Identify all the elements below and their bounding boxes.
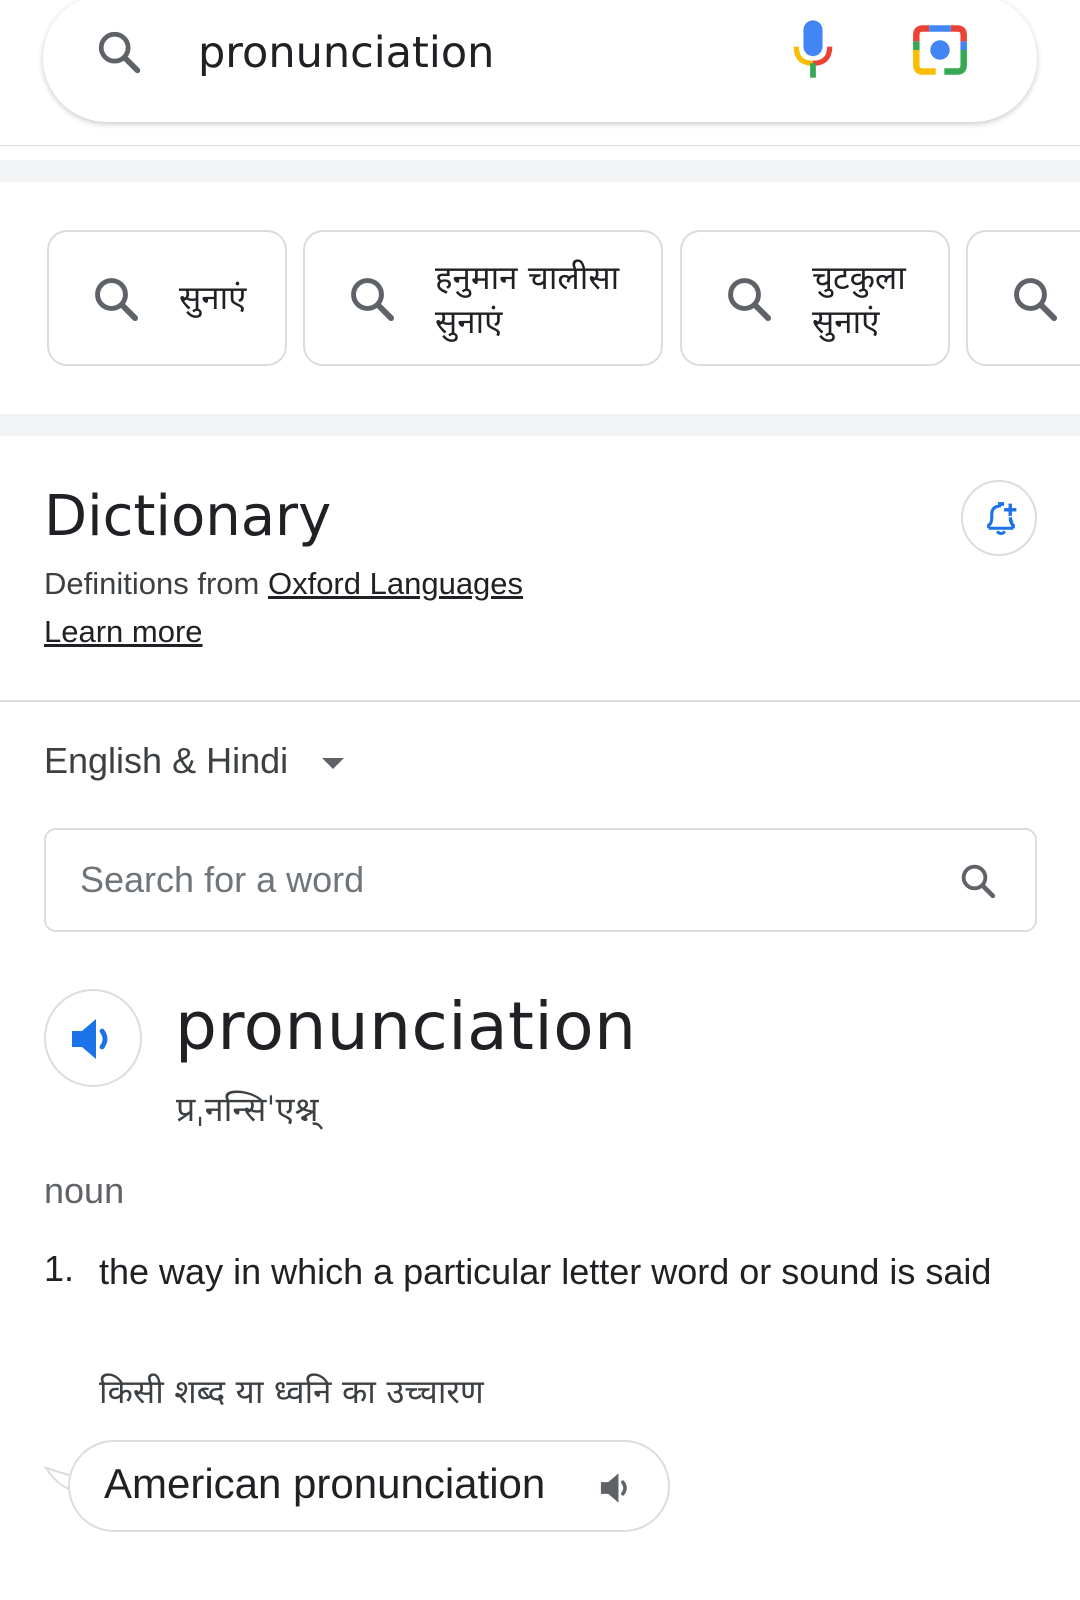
mic-icon[interactable] [788,18,838,80]
chip-label: चुटकुला सुनाएं [812,256,906,344]
suggestion-chip[interactable]: चुटकुला सुनाएं [680,230,950,366]
source-prefix: Definitions from [44,566,268,601]
definition-hindi: किसी शब्द या ध्वनि का उच्चारण [99,1372,484,1411]
search-box[interactable]: pronunciation [43,0,1037,122]
top-search-bar: pronunciation [0,0,1080,146]
notify-button[interactable] [961,480,1037,556]
word-search-input[interactable] [80,852,900,908]
chip-label: सुनाएं [179,278,247,317]
word-search-box [44,828,1037,932]
dropdown-caret-icon[interactable] [322,758,344,769]
search-icon[interactable] [957,860,999,902]
chip-label: हनुमान चालीसा सुनाएं [435,256,619,344]
definition-number: 1. [44,1248,75,1289]
speaker-icon [600,1473,627,1503]
dictionary-title: Dictionary [44,484,332,549]
search-icon [351,278,395,322]
chip-label-line: सुनाएं [812,302,880,341]
definition-text: the way in which a particular letter wor… [99,1251,992,1292]
suggestion-chip[interactable]: हनुमान चालीसा सुनाएं [303,230,663,366]
part-of-speech: noun [44,1170,125,1211]
search-icon [95,278,139,322]
chip-label-line: चुटकुला [812,258,906,297]
bell-add-icon [987,502,1017,536]
section-separator [0,160,1080,182]
search-icon [728,278,772,322]
phonetic: प्रˌनन्सिˈएश्न् [176,1090,319,1130]
american-pronunciation-label: American pronunciation [104,1460,546,1507]
suggestion-chip[interactable]: सुनाएं [47,230,287,366]
search-icon [1014,278,1058,322]
language-selector[interactable]: English & Hindi [44,740,288,782]
section-separator [0,414,1080,436]
lens-camera-icon[interactable] [909,22,971,78]
headword: pronunciation [175,988,637,1065]
suggestion-chip[interactable] [966,230,1080,366]
chip-label-line: हनुमान चालीसा [435,258,620,297]
divider [0,700,1080,702]
oxford-languages-link[interactable]: Oxford Languages [268,566,523,601]
search-query[interactable]: pronunciation [198,28,494,78]
learn-more-link[interactable]: Learn more [44,614,203,650]
chip-label-line: सुनाएं [435,302,503,341]
speaker-icon [72,1019,108,1059]
suggestion-chips: सुनाएं हनुमान चालीसा सुनाएं चुटकुला सुना… [0,182,1080,414]
dictionary-source: Definitions from Oxford Languages [44,566,523,602]
american-pronunciation-button[interactable]: American pronunciation [68,1440,670,1532]
search-icon[interactable] [93,26,145,78]
play-pronunciation-button[interactable] [44,989,142,1087]
